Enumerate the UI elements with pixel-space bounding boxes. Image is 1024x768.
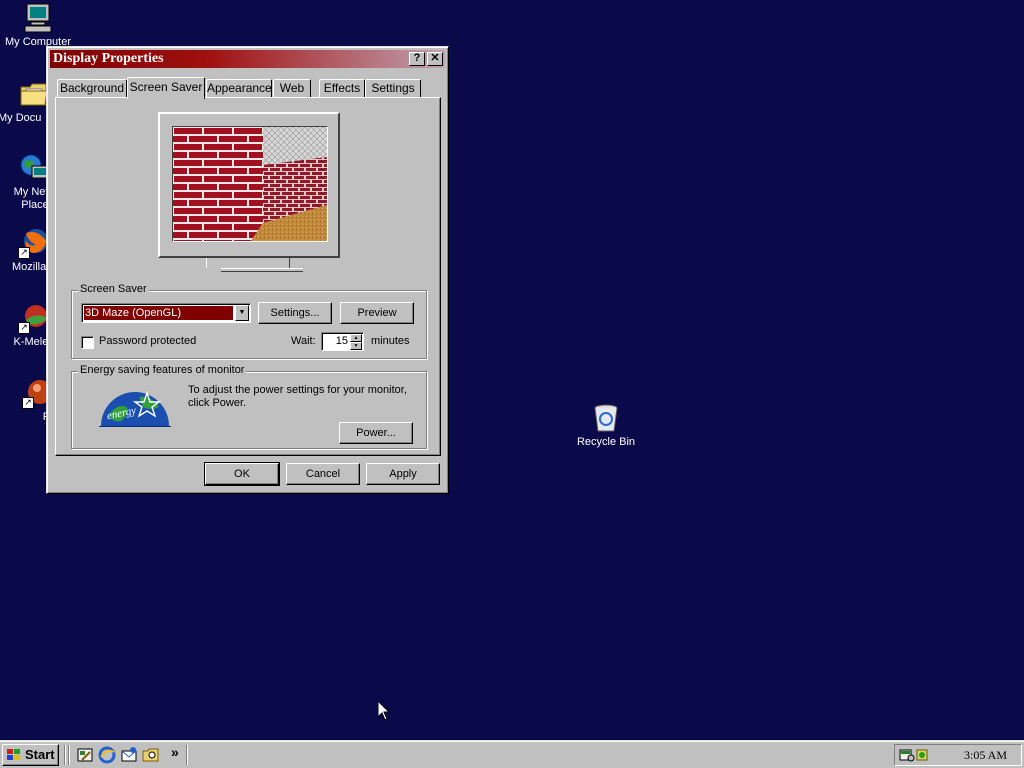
screen-saver-group: Screen Saver 3D Maze (OpenGL) ▼ Settings… (71, 283, 427, 359)
screen-saver-panel: Screen Saver 3D Maze (OpenGL) ▼ Settings… (55, 97, 441, 456)
shortcut-arrow-icon: ↗ (22, 397, 34, 409)
screen-saver-dropdown[interactable]: 3D Maze (OpenGL) ▼ (81, 303, 251, 323)
tab-appearance[interactable]: Appearance (206, 79, 272, 97)
shortcut-arrow-icon: ↗ (18, 322, 30, 334)
desktop-icon-my-computer[interactable]: My Computer (0, 2, 76, 49)
spin-up-icon[interactable]: ▲ (350, 334, 362, 342)
wait-minutes-value: 15 (335, 335, 348, 347)
desktop-icon-recycle-bin[interactable]: Recycle Bin (568, 402, 644, 449)
windows-logo-icon (6, 748, 22, 762)
outlook-express-icon[interactable] (120, 746, 138, 764)
window-title: Display Properties (53, 51, 164, 66)
password-protected-checkbox[interactable] (81, 336, 94, 349)
internet-explorer-icon[interactable] (98, 746, 116, 764)
shortcut-arrow-icon: ↗ (18, 247, 30, 259)
monitor-base (221, 268, 303, 272)
ok-button[interactable]: OK (204, 462, 280, 486)
mouse-cursor-icon (377, 699, 391, 721)
wait-unit-label: minutes (371, 335, 410, 347)
wait-minutes-input[interactable]: 15 ▲ ▼ (321, 332, 364, 351)
tab-settings[interactable]: Settings (365, 79, 421, 97)
tab-web[interactable]: Web (273, 79, 311, 97)
monitor-preview (158, 112, 340, 258)
energy-description: To adjust the power settings for your mo… (188, 384, 407, 409)
energy-saving-legend: Energy saving features of monitor (78, 364, 247, 376)
help-button[interactable]: ? (409, 52, 425, 66)
energy-saving-group: Energy saving features of monitor energy… (71, 364, 427, 449)
cancel-button[interactable]: Cancel (286, 463, 360, 485)
taskbar-separator (68, 745, 70, 765)
spin-down-icon[interactable]: ▼ (350, 342, 362, 350)
taskbar-separator (64, 745, 66, 765)
volume-icon[interactable] (915, 747, 931, 763)
screen-saver-preview (172, 126, 328, 242)
close-button[interactable]: ✕ (427, 52, 443, 66)
taskbar: Start » 3:05 AM (0, 740, 1024, 768)
monitor-stand (206, 258, 290, 268)
apply-button[interactable]: Apply (366, 463, 440, 485)
tab-background[interactable]: Background (57, 79, 127, 97)
wait-label: Wait: (291, 335, 316, 347)
settings-button[interactable]: Settings... (258, 302, 332, 324)
search-folder-icon[interactable] (142, 746, 160, 764)
desktop-icon-label: Recycle Bin (576, 436, 636, 448)
power-button[interactable]: Power... (339, 422, 413, 444)
quick-launch-chevron[interactable]: » (171, 744, 179, 760)
dropdown-selected-value: 3D Maze (OpenGL) (84, 306, 233, 320)
show-desktop-icon[interactable] (76, 746, 94, 764)
taskbar-separator (186, 745, 188, 765)
chevron-down-icon[interactable]: ▼ (235, 305, 249, 321)
display-properties-window: Display Properties ? ✕ Background Screen… (46, 46, 449, 494)
energy-star-logo: energy (99, 385, 171, 427)
start-label: Start (25, 747, 55, 762)
recycle-bin-icon (590, 402, 622, 434)
system-tray: 3:05 AM (894, 744, 1022, 766)
start-button[interactable]: Start (2, 744, 59, 766)
tab-screen-saver[interactable]: Screen Saver (127, 77, 205, 99)
screen-saver-legend: Screen Saver (78, 283, 149, 295)
clock[interactable]: 3:05 AM (964, 748, 1007, 763)
computer-icon (22, 2, 54, 34)
title-bar[interactable]: Display Properties ? ✕ (50, 50, 445, 68)
password-protected-label[interactable]: Password protected (99, 335, 196, 347)
scheduler-icon[interactable] (899, 747, 915, 763)
tab-effects[interactable]: Effects (319, 79, 365, 97)
preview-button[interactable]: Preview (340, 302, 414, 324)
